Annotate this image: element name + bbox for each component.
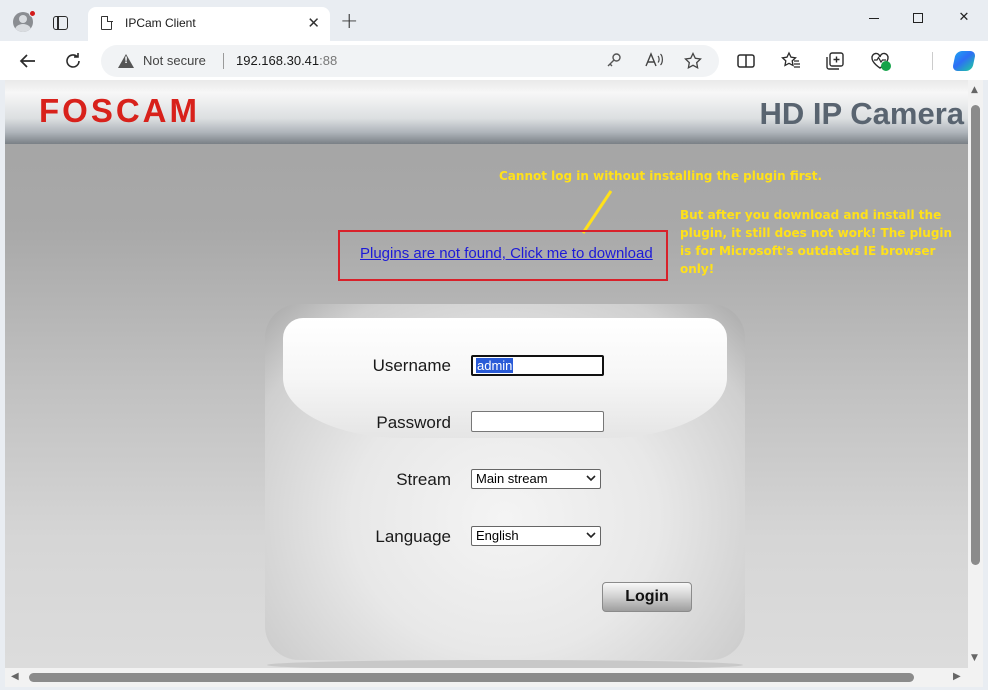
login-button[interactable]: Login <box>602 582 692 612</box>
login-panel: Username admin Password Stream Main stre… <box>265 304 745 660</box>
maximize-button[interactable] <box>908 8 928 28</box>
toolbar-separator <box>932 52 933 70</box>
address-separator <box>223 53 224 69</box>
profile-notification-dot <box>29 10 36 17</box>
browser-essentials-button[interactable] <box>869 50 891 72</box>
scroll-down-icon[interactable]: ▼ <box>971 653 978 663</box>
collections-icon <box>826 52 844 70</box>
warning-icon[interactable] <box>118 54 134 68</box>
browser-titlebar: IPCam Client ✕ + ✕ <box>0 0 988 41</box>
favorites-button[interactable] <box>780 50 802 72</box>
health-status-check-icon <box>881 61 891 71</box>
url-port: :88 <box>319 53 338 68</box>
username-input[interactable]: admin <box>471 355 604 376</box>
tab-ipcam-client[interactable]: IPCam Client ✕ <box>88 7 330 41</box>
scroll-up-icon[interactable]: ▲ <box>971 85 978 95</box>
language-select[interactable]: English <box>471 526 601 546</box>
username-value: admin <box>476 358 514 373</box>
chevron-down-icon <box>586 530 596 543</box>
annotation-note-plugin: But after you download and install the p… <box>680 208 953 276</box>
key-glyph <box>607 53 621 67</box>
minimize-icon <box>869 18 879 19</box>
split-screen-button[interactable] <box>735 50 757 72</box>
minimize-button[interactable] <box>864 8 884 28</box>
plugin-highlight-box: Plugins are not found, Click me to downl… <box>338 230 668 281</box>
chevron-glyph <box>586 532 596 539</box>
security-status[interactable]: Not secure <box>143 53 206 68</box>
reload-icon <box>66 53 80 68</box>
url-text[interactable]: 192.168.30.41:88 <box>236 53 337 68</box>
password-input[interactable] <box>471 411 604 432</box>
tab-actions-icon[interactable] <box>53 16 68 30</box>
close-window-button[interactable]: ✕ <box>954 8 974 28</box>
copilot-icon <box>951 51 977 71</box>
language-label: Language <box>375 527 451 546</box>
split-screen-icon <box>737 54 755 68</box>
page-viewport: FOSCAM HD IP Camera Cannot log in withou… <box>5 80 968 668</box>
language-selected: English <box>476 528 519 543</box>
username-label: Username <box>372 356 451 375</box>
read-aloud-icon[interactable] <box>644 51 664 71</box>
maximize-icon <box>913 13 923 23</box>
browser-toolbar: Not secure 192.168.30.41:88 <box>0 41 988 80</box>
new-tab-icon[interactable]: + <box>340 10 358 34</box>
horizontal-scrollbar[interactable]: ◀ ▶ <box>5 668 983 687</box>
favorites-icon <box>781 51 800 68</box>
stream-select[interactable]: Main stream <box>471 469 601 489</box>
key-icon[interactable] <box>604 51 624 71</box>
annotation-note-login: Cannot log in without installing the plu… <box>499 169 823 183</box>
stream-selected: Main stream <box>476 471 548 486</box>
arrow-left-icon <box>19 54 35 68</box>
chevron-glyph <box>586 475 596 482</box>
scroll-left-icon[interactable]: ◀ <box>11 671 19 682</box>
reload-button[interactable] <box>62 50 84 72</box>
scroll-right-icon[interactable]: ▶ <box>953 671 961 682</box>
tab-close-icon[interactable]: ✕ <box>307 13 320 33</box>
collections-button[interactable] <box>824 50 846 72</box>
copilot-button[interactable] <box>951 50 977 72</box>
login-panel-shadow <box>267 660 743 668</box>
read-aloud-glyph <box>645 52 663 67</box>
url-host: 192.168.30.41 <box>236 53 320 68</box>
star-glyph <box>684 51 702 70</box>
back-button[interactable] <box>17 50 39 72</box>
tab-title: IPCam Client <box>125 16 196 30</box>
star-icon[interactable] <box>683 51 703 71</box>
plugin-download-link[interactable]: Plugins are not found, Click me to downl… <box>360 245 653 262</box>
vertical-scroll-thumb[interactable] <box>971 105 980 565</box>
stream-label: Stream <box>396 470 451 489</box>
page-icon <box>101 15 113 30</box>
chevron-down-icon <box>586 473 596 486</box>
password-label: Password <box>376 413 451 432</box>
close-icon: ✕ <box>958 10 970 25</box>
address-bar[interactable]: Not secure 192.168.30.41:88 <box>101 45 719 77</box>
horizontal-scroll-thumb[interactable] <box>29 673 914 682</box>
vertical-scrollbar[interactable]: ▲ ▼ <box>968 80 983 668</box>
